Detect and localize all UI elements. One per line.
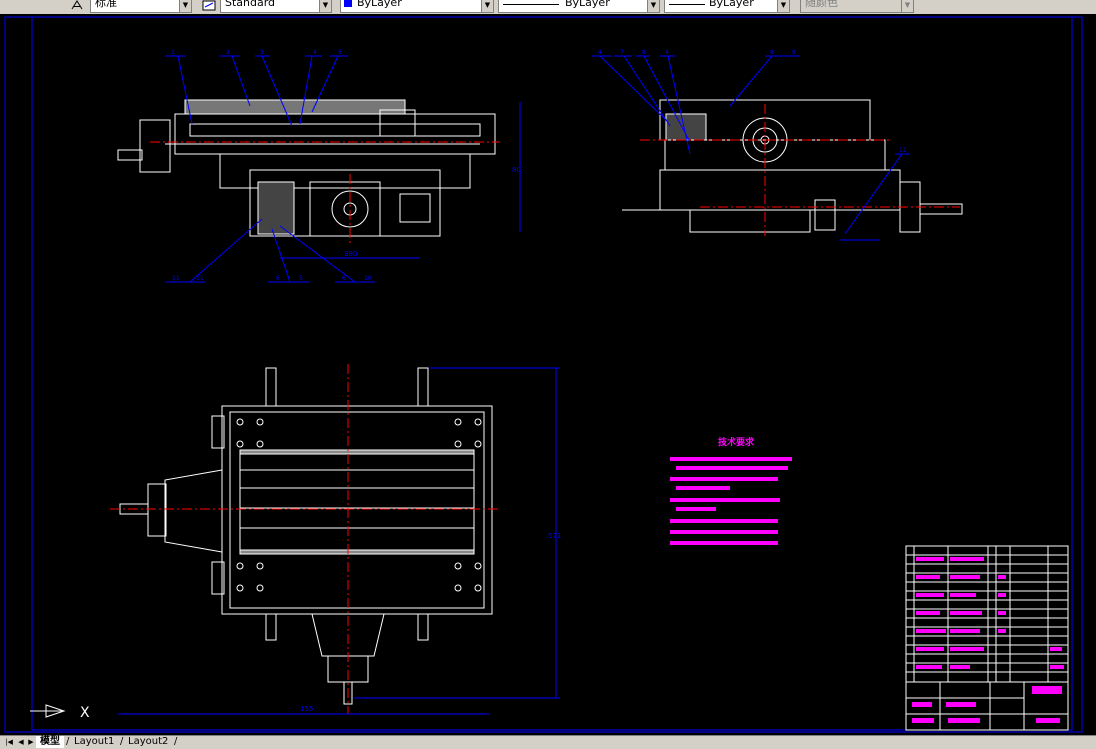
chevron-down-icon: ▼ [901, 0, 913, 12]
callout-label: 10 [364, 275, 372, 282]
next-tab-icon[interactable]: ▶ [26, 737, 36, 747]
properties-toolbar: 标准 ▼ Standard ▼ ByLayer ▼ ByLayer ▼ ByLa… [0, 0, 1096, 15]
tab-model[interactable]: 模型 [36, 736, 64, 748]
title-block-fills [912, 686, 1062, 723]
cad-drawing: 80 380 1 2 3 4 5 11 11 6 5 6 10 4 7 8 4 … [4, 16, 1083, 733]
text-style-value: 标准 [95, 0, 117, 9]
dimension-style-icon [202, 0, 216, 11]
linetype-preview [503, 4, 559, 5]
parts-list-fills [916, 557, 1064, 669]
tab-layout2[interactable]: Layout2 [124, 736, 172, 748]
front-view-dimensions [280, 102, 521, 259]
linetype-select[interactable]: ByLayer ▼ [498, 0, 660, 13]
first-tab-icon[interactable]: |◀ [4, 737, 14, 747]
side-view-leaders [592, 55, 910, 241]
color-value: ByLayer [357, 0, 402, 9]
dimension-style-select[interactable]: Standard ▼ [220, 0, 332, 13]
ucs-x-label: X [80, 705, 90, 721]
chevron-down-icon: ▼ [319, 0, 331, 12]
plan-view-height-dim: 571 [548, 532, 561, 540]
tab-layout1[interactable]: Layout1 [70, 736, 118, 748]
chevron-down-icon: ▼ [481, 0, 493, 12]
text-style-icon [71, 0, 83, 10]
ucs-icon [30, 704, 66, 718]
callout-label: 11 [196, 275, 204, 282]
plan-view [119, 367, 493, 705]
side-section-view [622, 99, 963, 233]
callout-label: 6 [276, 275, 280, 282]
plan-view-dimensions [118, 367, 560, 715]
callout-label: 4 [665, 49, 669, 56]
callout-label: 8 [642, 49, 646, 56]
lineweight-select[interactable]: ByLayer ▼ [664, 0, 790, 13]
plan-view-width-dim: 155 [300, 705, 313, 713]
plan-view-bolt-holes [236, 418, 482, 592]
callout-label: 12 [899, 147, 907, 154]
front-section-view [117, 99, 496, 237]
callout-label: 4 [598, 49, 602, 56]
color-swatch [344, 0, 352, 7]
front-view-height-dim: 80 [512, 166, 521, 174]
text-style-select[interactable]: 标准 ▼ [90, 0, 192, 13]
side-view-callouts: 4 7 8 4 8 9 12 [598, 49, 907, 154]
plan-view-centerlines [110, 364, 500, 714]
chevron-down-icon: ▼ [647, 0, 659, 12]
callout-label: 6 [342, 275, 346, 282]
notes-title: 技术要求 [718, 436, 755, 448]
callout-label: 7 [620, 49, 624, 56]
front-view-callouts: 1 2 3 4 5 11 11 6 5 6 10 [171, 49, 372, 282]
plot-style-value: 随颜色 [805, 0, 838, 9]
callout-label: 3 [260, 49, 264, 56]
linetype-value: ByLayer [565, 0, 610, 9]
lineweight-value: ByLayer [709, 0, 754, 9]
callout-label: 9 [792, 49, 796, 56]
tab-divider: / [174, 736, 178, 747]
notes-lines [670, 457, 792, 545]
callout-label: 2 [226, 49, 230, 56]
chevron-down-icon: ▼ [179, 0, 191, 12]
chevron-down-icon: ▼ [777, 0, 789, 12]
sheet-outer-border [4, 16, 1083, 733]
plot-style-select[interactable]: 随颜色 ▼ [800, 0, 914, 13]
callout-label: 5 [338, 49, 342, 56]
prev-tab-icon[interactable]: ◀ [16, 737, 26, 747]
front-view-width-dim: 380 [344, 250, 357, 258]
sheet-inner-border [31, 16, 1073, 731]
callout-label: 1 [171, 49, 175, 56]
drawing-canvas[interactable]: 80 380 1 2 3 4 5 11 11 6 5 6 10 4 7 8 4 … [0, 14, 1096, 735]
front-view-leaders [165, 55, 375, 283]
callout-label: 4 [313, 49, 317, 56]
callout-label: 8 [770, 49, 774, 56]
callout-label: 11 [172, 275, 180, 282]
layout-tabs-bar: |◀ ◀ ▶ 模型 / Layout1 / Layout2 / [0, 735, 1096, 749]
lineweight-preview [669, 4, 705, 5]
callout-label: 5 [299, 275, 303, 282]
dimension-style-value: Standard [225, 0, 276, 9]
color-select[interactable]: ByLayer ▼ [340, 0, 494, 13]
